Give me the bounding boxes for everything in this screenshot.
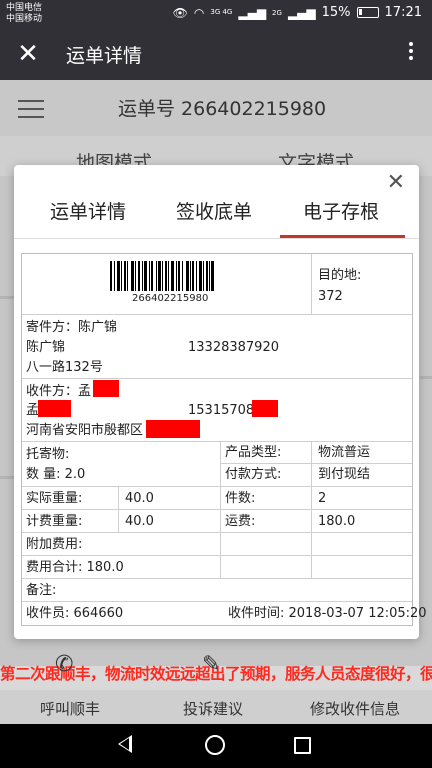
- call-sf-button[interactable]: 呼叫顺丰: [40, 698, 100, 719]
- barcode: [110, 261, 240, 291]
- redaction-mark: [252, 400, 278, 417]
- close-icon[interactable]: ✕: [14, 38, 42, 70]
- carrier-1: 中国电信: [6, 3, 43, 13]
- product-type-label: 产品类型:: [225, 445, 282, 460]
- sender-label: 寄件方：陈广锦: [26, 320, 118, 335]
- tab-electronic-stub[interactable]: 电子存根: [303, 197, 379, 224]
- redaction-mark: [38, 400, 71, 417]
- more-menu-icon[interactable]: [408, 39, 414, 69]
- signal-icon: ▂▄▆: [238, 5, 267, 20]
- total-fee: 费用合计: 180.0: [26, 560, 124, 575]
- pieces: 2: [318, 491, 327, 506]
- active-tab-indicator: [280, 235, 405, 238]
- battery-icon: [356, 7, 379, 18]
- edit-icon[interactable]: ✎: [202, 652, 220, 677]
- sender-name: 陈广锦: [26, 340, 66, 355]
- sender-address: 八一路132号: [26, 360, 103, 375]
- status-bar: 中国电信 中国移动 👁 ◠ 3G 4G ▂▄▆ 2G ▂▄▆ 15% 17:21: [0, 0, 432, 30]
- destination-code: 372: [318, 289, 343, 304]
- destination-label: 目的地:: [318, 268, 362, 283]
- menu-icon[interactable]: [18, 100, 44, 124]
- waybill-dialog: ✕ 运单详情 签收底单 电子存根 266402215980 目的地: 372 寄…: [14, 165, 427, 639]
- remarks: 备注:: [26, 583, 57, 598]
- eye-icon: 👁: [172, 5, 188, 20]
- carrier-names: 中国电信 中国移动: [6, 3, 42, 25]
- billing-weight: 40.0: [125, 514, 154, 529]
- dialog-close-icon[interactable]: ✕: [387, 171, 405, 195]
- waybill-number: 运单号 266402215980: [118, 98, 327, 120]
- recent-apps-icon[interactable]: [294, 737, 311, 754]
- tab-signed-receipt[interactable]: 签收底单: [176, 197, 252, 224]
- courier-id: 收件员: 664660: [26, 606, 124, 621]
- sender-phone: 13328387920: [188, 340, 279, 355]
- carrier-2: 中国移动: [6, 14, 43, 24]
- network-type-2: 2G: [272, 8, 282, 17]
- quantity: 数 量: 2.0: [26, 467, 86, 482]
- redaction-mark: [93, 380, 119, 397]
- freight: 180.0: [318, 514, 356, 529]
- actual-weight-label: 实际重量:: [26, 491, 83, 506]
- pickup-time: 收件时间: 2018-03-07 12:05:20: [228, 606, 427, 621]
- extra-fee: 附加费用:: [26, 537, 83, 552]
- redaction-mark: [146, 420, 200, 438]
- home-icon[interactable]: [205, 735, 225, 755]
- complaint-button[interactable]: 投诉建议: [183, 698, 243, 719]
- phone-icon[interactable]: ✆: [55, 652, 73, 677]
- product-type: 物流普运: [318, 445, 371, 460]
- status-icons: 👁 ◠ 3G 4G ▂▄▆ 2G ▂▄▆ 15% 17:21: [173, 5, 422, 20]
- battery-percent: 15%: [321, 5, 351, 20]
- payment-method: 到付现结: [318, 467, 371, 482]
- actual-weight: 40.0: [125, 491, 154, 506]
- electronic-stub: 266402215980 目的地: 372 寄件方：陈广锦 陈广锦 133283…: [21, 253, 427, 626]
- tab-waybill-detail[interactable]: 运单详情: [50, 197, 126, 224]
- goods-label: 托寄物:: [26, 447, 70, 462]
- page-title: 运单详情: [66, 45, 143, 67]
- back-icon[interactable]: [118, 735, 132, 753]
- receiver-label: 收件方：孟: [26, 384, 92, 399]
- receiver-address: 河南省安阳市殷都区: [26, 423, 144, 438]
- clock: 17:21: [384, 5, 422, 20]
- barcode-number: 266402215980: [132, 293, 209, 304]
- title-bar: ✕ 运单详情: [0, 30, 432, 80]
- freight-label: 运费:: [225, 514, 256, 529]
- pieces-label: 件数:: [225, 491, 256, 506]
- billing-weight-label: 计费重量:: [26, 514, 83, 529]
- payment-label: 付款方式:: [225, 467, 282, 482]
- network-type-1: 3G 4G: [210, 8, 233, 16]
- tabs-divider: [14, 238, 419, 239]
- wifi-icon: ◠: [193, 5, 205, 20]
- signal-2-icon: ▂▄▆: [287, 5, 316, 20]
- modify-receiver-button[interactable]: 修改收件信息: [310, 698, 400, 719]
